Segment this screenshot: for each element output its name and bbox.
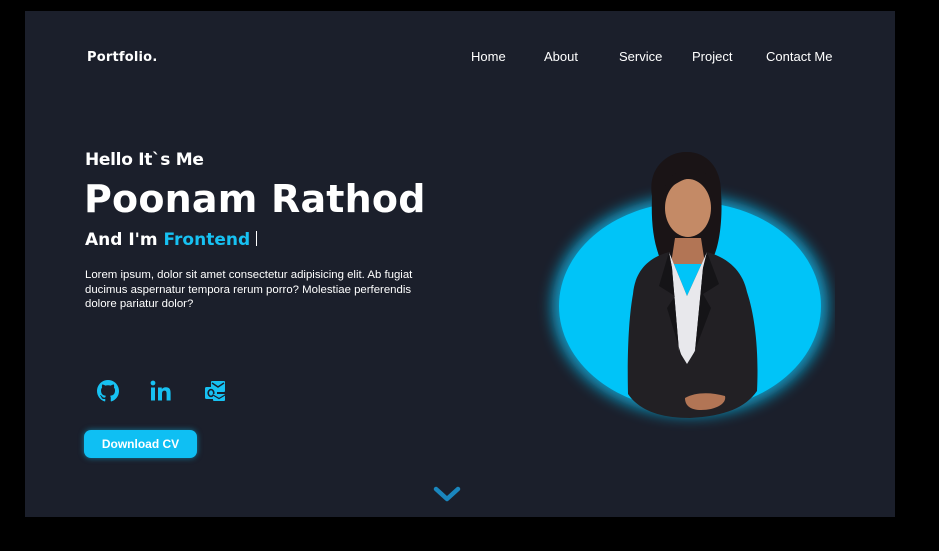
hero-name: Poonam Rathod [84,177,426,221]
hero-role: And I'm Frontend [85,230,258,250]
portrait-face [665,179,711,237]
chevron-down-icon[interactable] [433,485,461,503]
linkedin-icon [150,380,171,401]
github-link[interactable] [95,378,121,404]
linkedin-link[interactable] [148,378,174,404]
nav-service[interactable]: Service [619,49,662,64]
portfolio-page: Portfolio. Home About Service Project Co… [25,11,895,517]
nav-home[interactable]: Home [471,49,506,64]
nav-contact-me[interactable]: Contact Me [766,49,832,64]
github-icon [97,380,119,402]
outlook-mail-link[interactable] [202,378,228,404]
role-highlight: Frontend [163,230,251,250]
main-nav: Home About Service Project Contact Me [25,49,895,69]
hero-greeting: Hello It`s Me [85,150,204,170]
profile-portrait [552,151,828,418]
role-prefix: And I'm [85,230,158,250]
outlook-mail-icon [205,381,226,401]
typing-cursor [256,231,258,246]
nav-about[interactable]: About [544,49,578,64]
download-cv-button[interactable]: Download CV [84,430,197,458]
nav-project[interactable]: Project [692,49,732,64]
hero-intro: Lorem ipsum, dolor sit amet consectetur … [85,269,413,310]
